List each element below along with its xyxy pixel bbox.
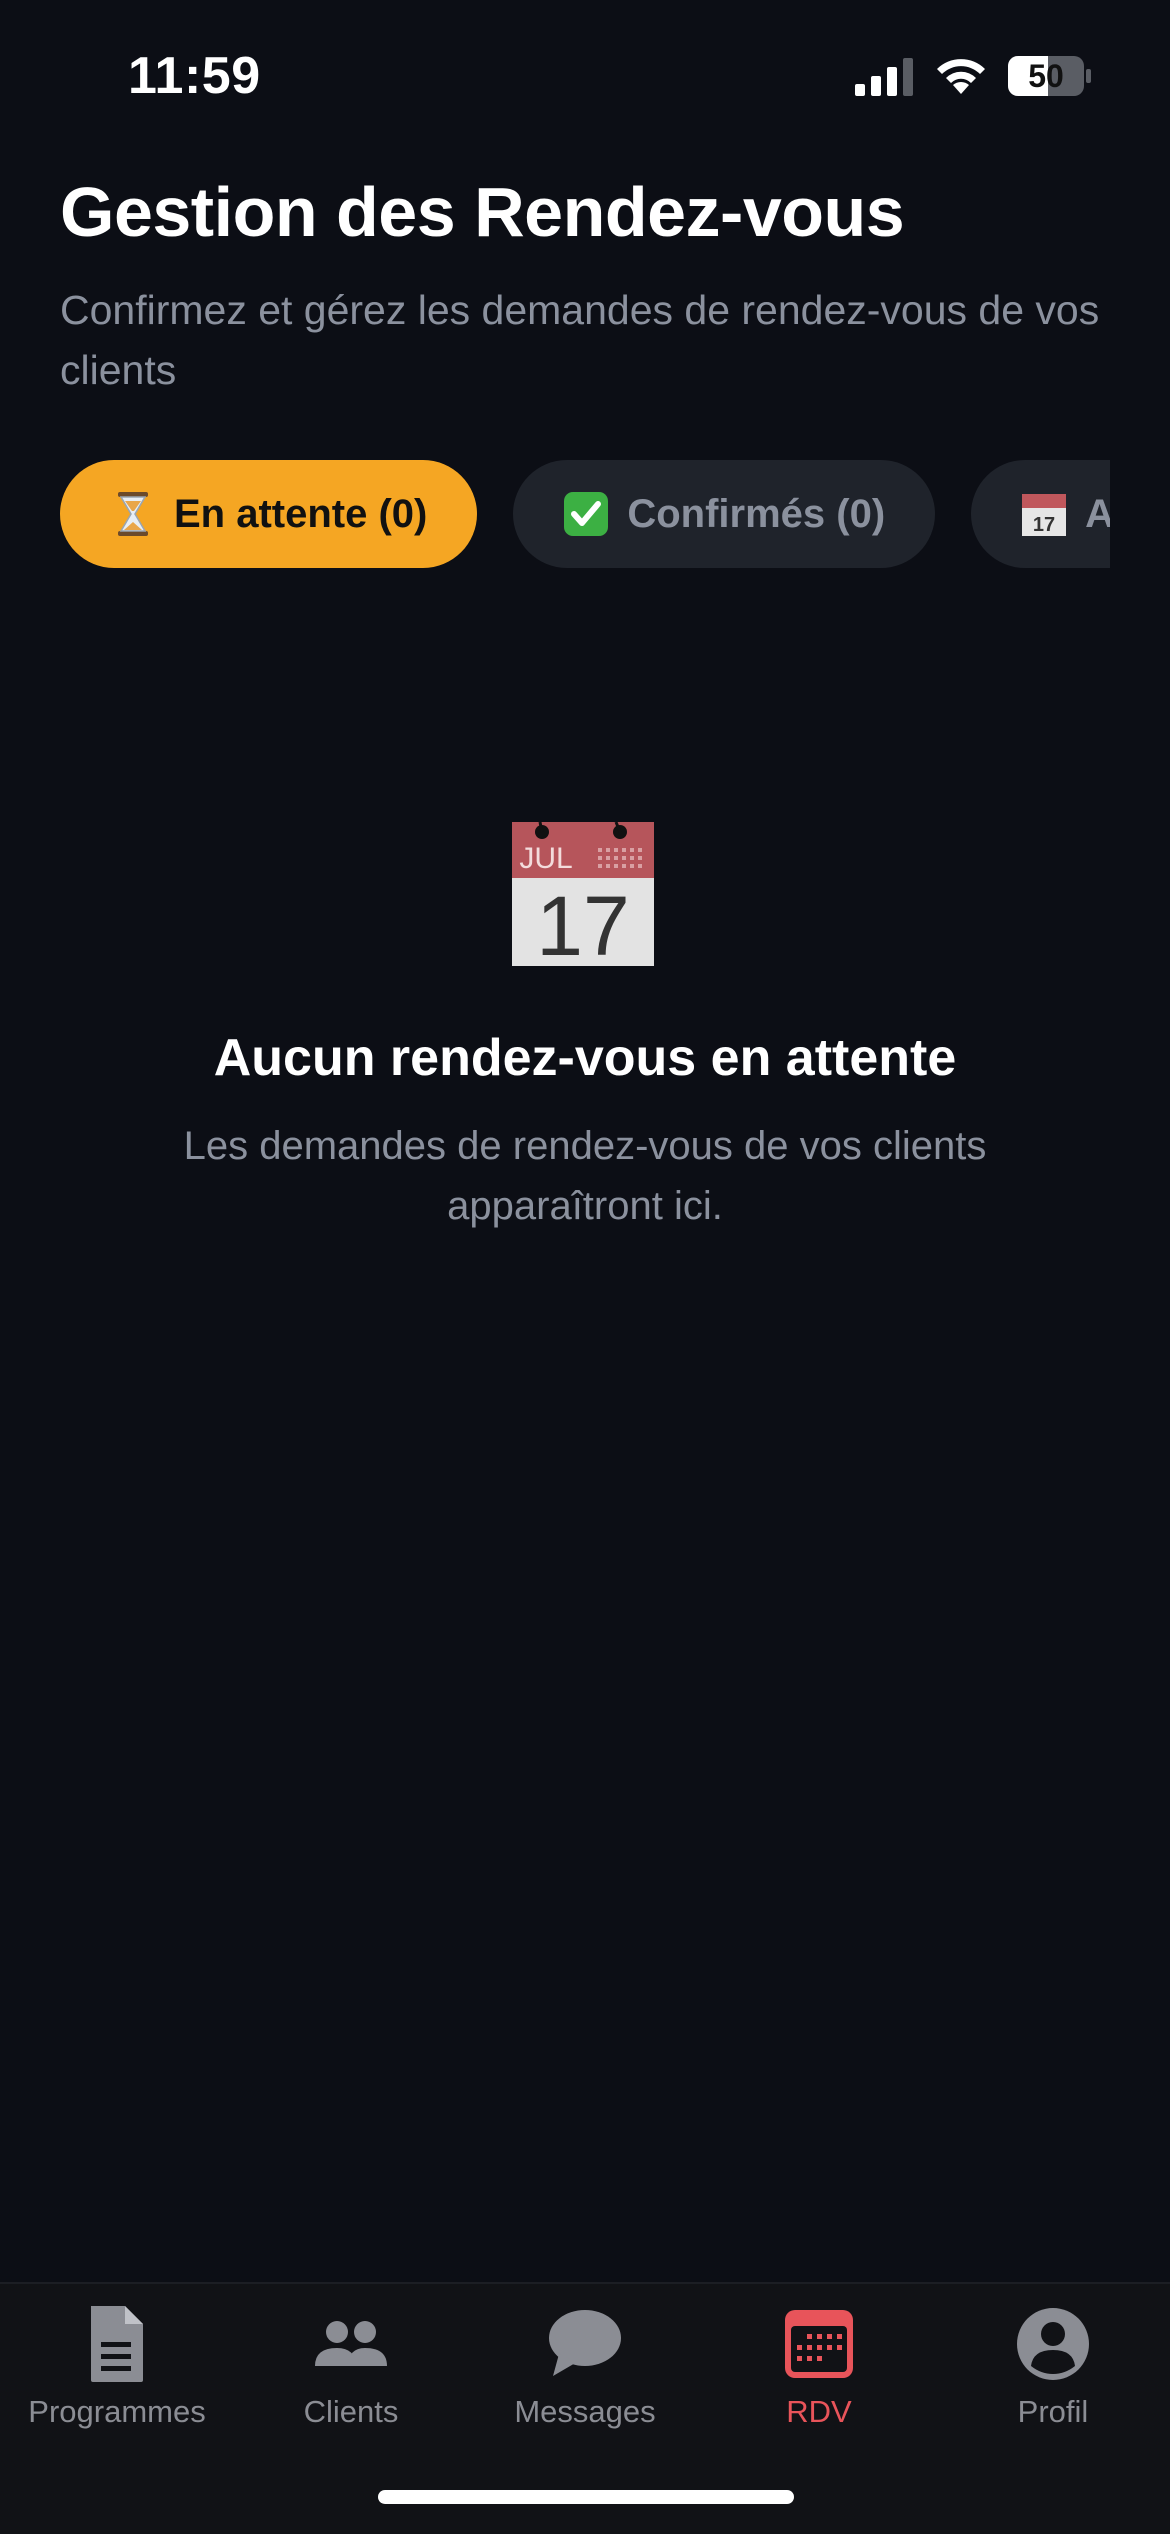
tab-label: En attente (0) [174, 491, 428, 536]
calendar-icon: JUL 17 [512, 821, 654, 968]
nav-item-messages[interactable]: Messages [468, 2304, 702, 2430]
home-indicator[interactable] [378, 2490, 794, 2504]
profile-icon [1017, 2308, 1089, 2380]
hourglass-icon [118, 492, 148, 536]
tab-label: A [1085, 491, 1110, 536]
nav-label: RDV [786, 2394, 852, 2429]
tab-confirmes[interactable]: Confirmés (0) [513, 460, 936, 568]
page-subtitle: Confirmez et gérez les demandes de rende… [60, 287, 1100, 393]
tab-agenda[interactable]: 17 A [971, 460, 1110, 568]
wifi-icon [937, 59, 985, 94]
nav-item-rdv[interactable]: RDV [702, 2304, 936, 2430]
empty-state-title: Aucun rendez-vous en attente [213, 1029, 957, 1087]
nav-label: Programmes [28, 2394, 206, 2429]
document-icon [91, 2306, 143, 2382]
svg-text:17: 17 [1033, 514, 1055, 536]
calendar-icon: 17 [1022, 494, 1067, 536]
tab-label: Confirmés (0) [627, 491, 886, 536]
nav-label: Messages [514, 2394, 656, 2429]
signal-icon [855, 58, 913, 96]
status-tabs: En attente (0) Confirmés (0) 17 A [60, 460, 1110, 568]
nav-label: Clients [303, 2394, 399, 2429]
nav-item-profil[interactable]: Profil [936, 2304, 1170, 2430]
status-time: 11:59 [128, 47, 261, 105]
tab-en-attente[interactable]: En attente (0) [60, 460, 478, 568]
calendar-day: 17 [536, 879, 629, 968]
calendar-grid-icon [785, 2310, 853, 2378]
page-title: Gestion des Rendez-vous [60, 173, 905, 251]
battery-level: 50 [1028, 58, 1064, 94]
nav-label: Profil [1017, 2394, 1089, 2429]
status-bar: 11:59 50 [0, 0, 1170, 150]
calendar-month: JUL [519, 842, 572, 875]
people-icon [315, 2321, 387, 2366]
nav-item-programmes[interactable]: Programmes [0, 2304, 234, 2430]
nav-item-clients[interactable]: Clients [234, 2304, 468, 2430]
check-mark-icon [564, 492, 609, 536]
empty-state-description: Les demandes de rendez-vous de vos clien… [183, 1124, 987, 1228]
chat-bubble-icon [549, 2310, 621, 2376]
